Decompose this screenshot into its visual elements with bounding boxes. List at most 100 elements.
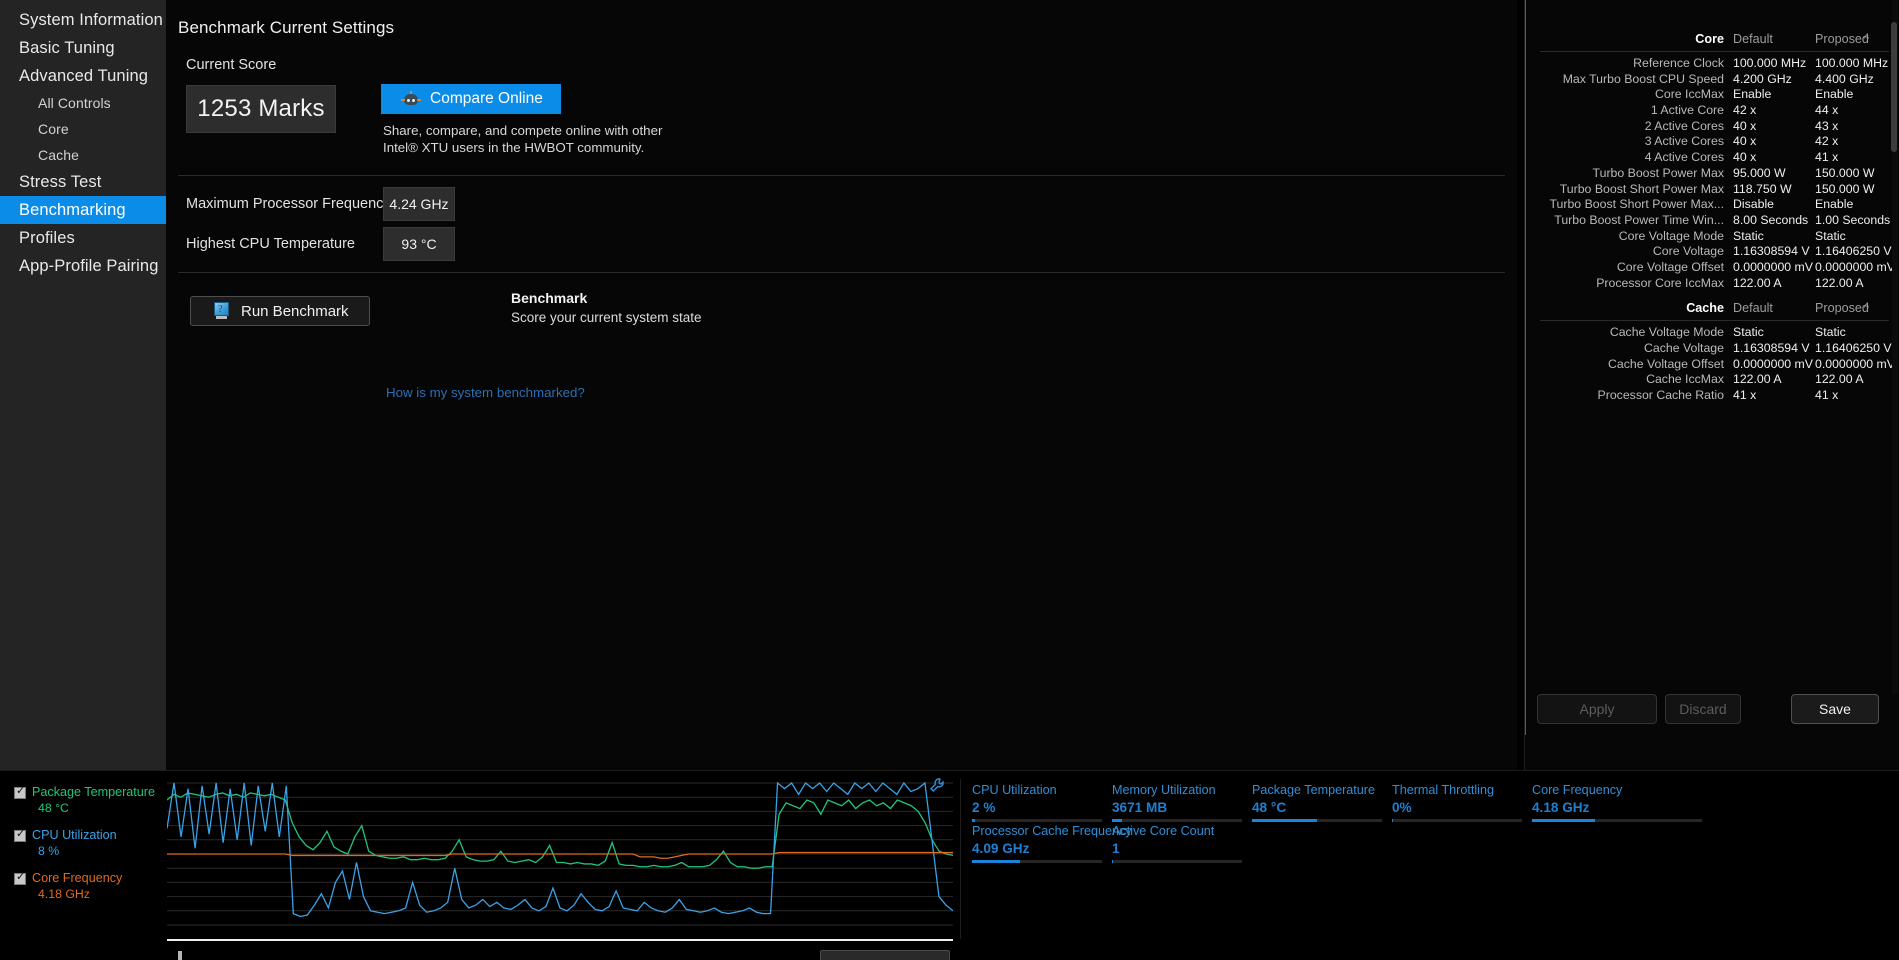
setting-row[interactable]: Turbo Boost Short Power Max... Disable Ena…	[1525, 197, 1899, 213]
setting-proposed-value: Static	[1815, 228, 1846, 243]
max-frequency-label: Maximum Processor Frequency	[186, 196, 391, 212]
setting-row[interactable]: Processor Core IccMax 122.00 A 122.00 A	[1525, 276, 1899, 292]
core-proposed-column-header: Proposed	[1815, 32, 1869, 46]
core-header-rule	[1540, 51, 1889, 52]
legend-checkbox[interactable]	[14, 828, 26, 842]
core-section-header[interactable]: Core Default Proposed ^	[1525, 28, 1899, 50]
legend-series-name: CPU Utilization	[32, 828, 117, 842]
sidebar-item-label: Advanced Tuning	[19, 67, 149, 85]
setting-row[interactable]: Cache Voltage Mode Static Static	[1525, 325, 1899, 341]
legend-item: CPU Utilization 8 %	[14, 828, 164, 858]
graph-horizontal-scrollbar[interactable]	[820, 950, 950, 960]
settings-scrollbar-thumb[interactable]	[1891, 22, 1897, 152]
setting-row[interactable]: Core IccMax Enable Enable	[1525, 87, 1899, 103]
sidebar-item-app-profile-pairing[interactable]: App-Profile Pairing	[0, 252, 166, 280]
readout-processor-cache-frequency: Processor Cache Frequency 4.09 GHz	[972, 824, 1132, 863]
setting-row[interactable]: Turbo Boost Power Time Win... 8.00 Second…	[1525, 213, 1899, 229]
legend-checkbox[interactable]	[14, 785, 26, 799]
graph-legend: Package Temperature 48 °C CPU Utilization 8…	[14, 785, 164, 914]
readout-progress-bar	[972, 860, 1102, 863]
setting-name: Reference Clock	[1633, 56, 1724, 70]
save-button[interactable]: Save	[1791, 694, 1879, 724]
sidebar-item-core[interactable]: Core	[0, 116, 166, 142]
run-benchmark-button[interactable]: ? Run Benchmark	[190, 296, 370, 326]
chevron-up-icon[interactable]: ^	[1864, 302, 1869, 314]
legend-checkbox[interactable]	[14, 871, 26, 885]
readout-value: 4.09 GHz	[972, 841, 1030, 856]
setting-row[interactable]: Turbo Boost Power Max 95.000 W 150.000 W	[1525, 166, 1899, 182]
setting-row[interactable]: Core Voltage 1.16308594 V 1.16406250 V	[1525, 244, 1899, 260]
how-benchmarked-link[interactable]: How is my system benchmarked?	[386, 385, 585, 400]
setting-name: Core Voltage Offset	[1616, 259, 1724, 274]
readout-value: 4.18 GHz	[1532, 800, 1590, 815]
compare-online-label: Compare Online	[430, 90, 543, 107]
page-title: Benchmark Current Settings	[178, 18, 395, 37]
pause-monitoring-button[interactable]	[178, 949, 190, 960]
sidebar-item-label: Benchmarking	[19, 201, 126, 219]
readout-progress-bar	[1252, 819, 1382, 822]
setting-row[interactable]: Cache Voltage 1.16308594 V 1.16406250 V	[1525, 341, 1899, 357]
sidebar-nav: System Information Basic Tuning Advanced T…	[0, 0, 166, 770]
setting-row[interactable]: Max Turbo Boost CPU Speed 4.200 GHz 4.400 …	[1525, 72, 1899, 88]
graph-settings-wrench-icon[interactable]	[929, 777, 945, 793]
setting-name: Max Turbo Boost CPU Speed	[1562, 71, 1724, 86]
divider-bottom	[178, 272, 1505, 273]
setting-name: 2 Active Cores	[1644, 118, 1724, 133]
readout-value: 3671 MB	[1112, 800, 1168, 815]
setting-proposed-value: 1.16406250 V	[1815, 244, 1892, 259]
setting-default-value: 42 x	[1733, 103, 1757, 118]
sidebar-item-profiles[interactable]: Profiles	[0, 224, 166, 252]
compare-description: Share, compare, and compete online with …	[383, 123, 663, 155]
setting-row[interactable]: 4 Active Cores 40 x 41 x	[1525, 150, 1899, 166]
monitoring-bar: Package Temperature 48 °C CPU Utilization 8…	[0, 770, 1899, 960]
setting-default-value: 1.16308594 V	[1733, 244, 1810, 259]
setting-name: Processor Core IccMax	[1596, 275, 1724, 290]
highest-temperature-value: 93 °C	[383, 227, 455, 261]
compare-online-button[interactable]: Compare Online	[381, 84, 561, 114]
setting-default-value: Static	[1733, 228, 1764, 243]
setting-name: Cache Voltage	[1644, 341, 1724, 355]
sidebar-item-benchmarking[interactable]: Benchmarking	[0, 196, 166, 224]
setting-row[interactable]: Cache Voltage Offset 0.0000000 mV 0.000000…	[1525, 357, 1899, 373]
setting-proposed-value: Enable	[1815, 87, 1854, 102]
readout-progress-bar	[1112, 860, 1242, 863]
setting-proposed-value: 42 x	[1815, 134, 1839, 149]
sidebar-item-system-information[interactable]: System Information	[0, 6, 166, 34]
apply-button[interactable]: Apply	[1537, 694, 1657, 724]
setting-name: 1 Active Core	[1650, 103, 1724, 118]
setting-proposed-value: 0.0000000 mV	[1815, 259, 1895, 274]
monitoring-graph	[167, 777, 953, 931]
setting-row[interactable]: 1 Active Core 42 x 44 x	[1525, 103, 1899, 119]
setting-default-value: 41 x	[1733, 388, 1757, 403]
setting-proposed-value: 0.0000000 mV	[1815, 356, 1895, 371]
setting-proposed-value: Enable	[1815, 197, 1854, 212]
highest-temperature-row: Highest CPU Temperature 93 °C	[186, 227, 455, 261]
setting-row[interactable]: Processor Cache Ratio 41 x 41 x	[1525, 388, 1899, 404]
settings-scrollbar-track[interactable]	[1891, 0, 1898, 694]
sidebar-item-advanced-tuning[interactable]: Advanced Tuning	[0, 62, 166, 90]
setting-row[interactable]: 3 Active Cores 40 x 42 x	[1525, 134, 1899, 150]
sidebar-item-stress-test[interactable]: Stress Test	[0, 168, 166, 196]
setting-row[interactable]: Core Voltage Mode Static Static	[1525, 229, 1899, 245]
setting-row[interactable]: 2 Active Cores 40 x 43 x	[1525, 119, 1899, 135]
readout-label: Memory Utilization	[1112, 783, 1216, 797]
highest-temperature-label: Highest CPU Temperature	[186, 236, 355, 252]
setting-row[interactable]: Core Voltage Offset 0.0000000 mV 0.0000000…	[1525, 260, 1899, 276]
discard-button[interactable]: Discard	[1665, 694, 1741, 724]
readout-value: 0%	[1392, 800, 1412, 815]
sidebar-item-cache[interactable]: Cache	[0, 142, 166, 168]
sidebar-item-basic-tuning[interactable]: Basic Tuning	[0, 34, 166, 62]
chevron-up-icon[interactable]: ^	[1864, 33, 1869, 45]
sidebar-item-all-controls[interactable]: All Controls	[0, 90, 166, 116]
setting-name: 3 Active Cores	[1644, 134, 1724, 149]
readout-label: Core Frequency	[1532, 783, 1623, 797]
setting-proposed-value: 122.00 A	[1815, 372, 1864, 387]
setting-proposed-value: 43 x	[1815, 118, 1839, 133]
setting-default-value: 1.16308594 V	[1733, 341, 1810, 355]
setting-row[interactable]: Reference Clock 100.000 MHz 100.000 MHz	[1525, 56, 1899, 72]
cache-section-header[interactable]: Cache Default Proposed ^	[1525, 297, 1899, 319]
setting-row[interactable]: Turbo Boost Short Power Max 118.750 W 150.…	[1525, 182, 1899, 198]
readout-thermal-throttling: Thermal Throttling 0%	[1392, 783, 1522, 822]
setting-row[interactable]: Cache IccMax 122.00 A 122.00 A	[1525, 372, 1899, 388]
sidebar-item-label: Profiles	[19, 229, 75, 247]
